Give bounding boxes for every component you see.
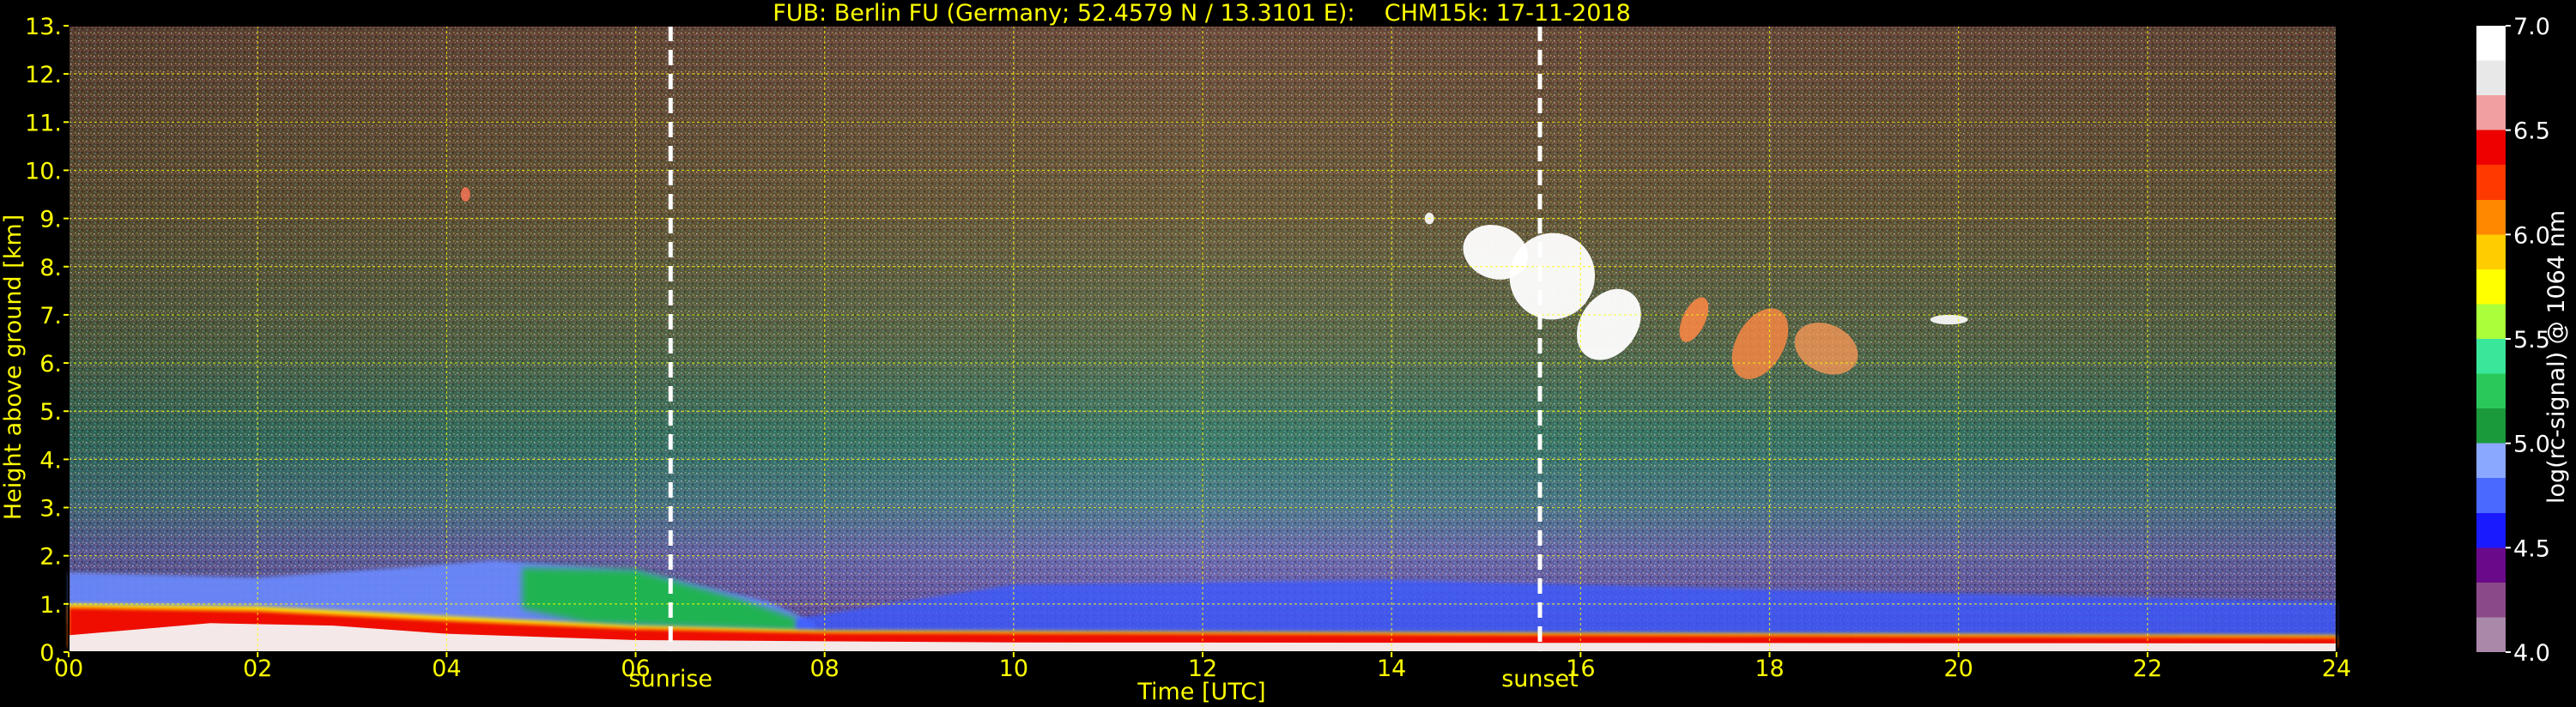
y-tick-label: 1. bbox=[39, 592, 62, 619]
y-axis-ticks: 0.1.2.3.4.5.6.7.8.9.10.11.12.13. bbox=[25, 14, 69, 667]
x-tick-label: 24 bbox=[2322, 656, 2351, 682]
x-tick-label: 10 bbox=[999, 656, 1028, 682]
y-tick-label: 4. bbox=[39, 447, 62, 474]
x-tick-label: 02 bbox=[243, 656, 272, 682]
x-axis-label: Time [UTC] bbox=[1136, 679, 1265, 705]
y-axis-label: Height above ground [km] bbox=[0, 215, 27, 520]
sunrise-label: sunrise bbox=[628, 666, 712, 692]
colorbar-tick-label: 6.5 bbox=[2513, 118, 2550, 145]
y-tick-label: 12. bbox=[25, 62, 62, 88]
colorbar-tick-label: 7.0 bbox=[2513, 14, 2550, 40]
x-tick-label: 20 bbox=[1943, 656, 1973, 682]
lidar-chart: 0.1.2.3.4.5.6.7.8.9.10.11.12.13. 00 02 04 0… bbox=[0, 0, 2570, 705]
y-tick-label: 8. bbox=[39, 255, 62, 281]
cloud-patch bbox=[1930, 314, 1968, 325]
y-tick-label: 3. bbox=[39, 496, 62, 523]
colorbar-bar bbox=[2476, 26, 2506, 652]
y-tick-label: 5. bbox=[39, 399, 62, 426]
y-tick-label: 6. bbox=[39, 351, 62, 378]
x-tick-label: 18 bbox=[1755, 656, 1784, 682]
x-tick-label: 08 bbox=[809, 656, 839, 682]
y-tick-label: 13. bbox=[25, 14, 62, 40]
colorbar-tick-label: 4.5 bbox=[2513, 535, 2550, 562]
sunset-label: sunset bbox=[1501, 666, 1579, 692]
x-tick-label: 04 bbox=[432, 656, 461, 682]
x-axis-ticks: 00 02 04 06 08 10 12 14 16 18 20 22 24 bbox=[54, 652, 2351, 682]
y-tick-label: 9. bbox=[39, 207, 62, 233]
colorbar: 4.04.55.05.56.06.57.0 log(rc-signal) @ 1… bbox=[2476, 14, 2570, 667]
colorbar-label: log(rc-signal) @ 1064 nm bbox=[2543, 210, 2570, 504]
x-tick-label: 14 bbox=[1377, 656, 1406, 682]
y-tick-label: 10. bbox=[25, 158, 62, 184]
chart-title: FUB: Berlin FU (Germany; 52.4579 N / 13.… bbox=[773, 0, 1631, 27]
y-tick-label: 11. bbox=[25, 110, 62, 136]
plot-area bbox=[68, 25, 2337, 653]
y-tick-label: 7. bbox=[39, 303, 62, 329]
sun-marker-labels: sunrise sunset bbox=[628, 666, 1578, 692]
x-tick-label: 22 bbox=[2133, 656, 2162, 682]
colorbar-tick-label: 4.0 bbox=[2513, 640, 2550, 667]
x-tick-label: 00 bbox=[54, 656, 83, 682]
cloud-patch bbox=[460, 187, 470, 202]
y-tick-label: 2. bbox=[39, 544, 62, 571]
